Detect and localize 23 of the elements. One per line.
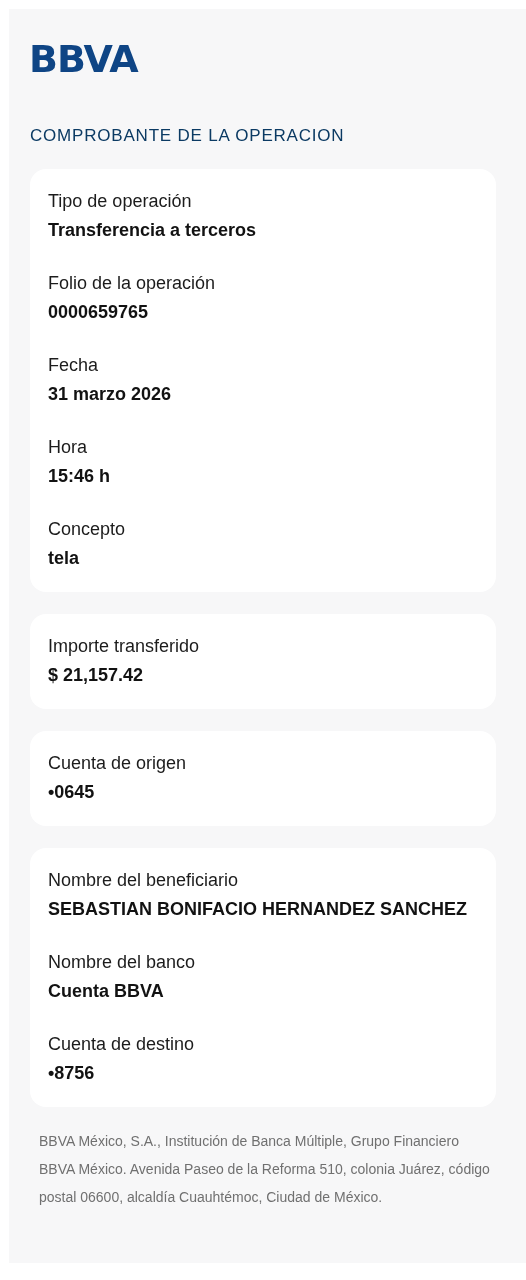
- field-label: Cuenta de destino: [48, 1033, 195, 1056]
- field-label: Concepto: [48, 518, 126, 541]
- field-label: Nombre del beneficiario: [48, 869, 239, 892]
- field-label: Importe transferido: [48, 635, 200, 658]
- field-value: 31 marzo 2026: [48, 383, 172, 406]
- field-value: •8756: [48, 1062, 95, 1085]
- logo: BBVA: [29, 37, 138, 81]
- field-value: $ 21,157.42: [48, 664, 144, 687]
- field-value: Cuenta BBVA: [48, 980, 164, 1003]
- field-value: 0000659765: [48, 301, 149, 324]
- legal-text: BBVA México, S.A., Institución de Banca Múltiple, Grupo Financiero BBVA México. Avenida Paseo de la Reforma 510, colonia Juárez, código postal 06600, alcaldía Cuauhtémoc, Ciudad de México.: [38, 1132, 491, 1207]
- field-label: Tipo de operación: [48, 190, 192, 213]
- field-value: tela: [48, 547, 80, 570]
- receipt-title: COMPROBANTE DE LA OPERACION: [30, 125, 345, 147]
- field-value: Transferencia a terceros: [48, 219, 257, 242]
- field-label: Nombre del banco: [48, 951, 196, 974]
- field-value: 15:46 h: [48, 465, 111, 488]
- field-label: Cuenta de origen: [48, 752, 187, 775]
- field-label: Hora: [48, 436, 87, 459]
- field-label: Folio de la operación: [48, 272, 216, 295]
- field-value: •0645: [48, 781, 95, 804]
- field-label: Fecha: [48, 354, 99, 377]
- field-value: SEBASTIAN BONIFACIO HERNANDEZ SANCHEZ: [48, 898, 468, 921]
